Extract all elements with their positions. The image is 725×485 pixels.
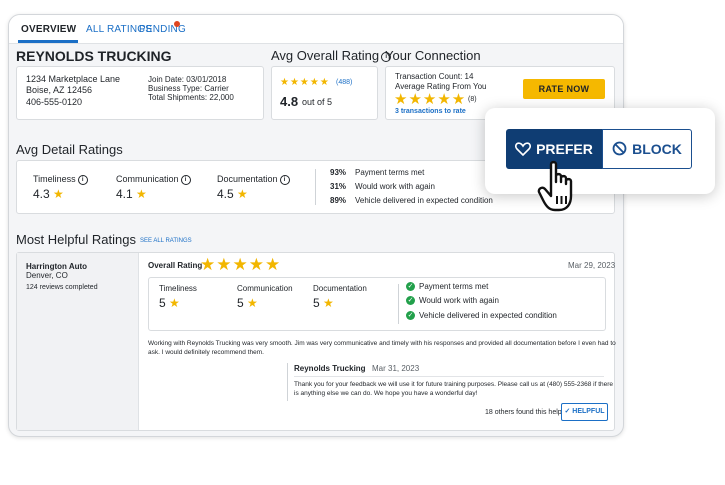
detail-timeliness-label: Timeliness xyxy=(33,174,76,184)
star-icon: ★ xyxy=(53,187,64,201)
found-helpful-count: 18 others found this helpful xyxy=(485,409,570,416)
overall-rating-count[interactable]: (488) xyxy=(336,78,352,88)
company-phone: 406-555-0120 xyxy=(26,97,83,107)
total-shipments: Total Shipments: 22,000 xyxy=(148,93,234,102)
star-icon: ★ xyxy=(169,296,180,310)
review-card: Harrington Auto Denver, CO 124 reviews c… xyxy=(16,252,616,431)
transaction-count: Transaction Count: 14 xyxy=(395,72,474,81)
company-address-line1: 1234 Marketplace Lane xyxy=(26,74,121,84)
check-item-vehicle-label: Vehicle delivered in expected condition xyxy=(419,311,557,320)
your-connection-heading: Your Connection xyxy=(385,48,481,63)
active-tab-indicator xyxy=(18,40,78,43)
response-separator xyxy=(294,376,604,377)
percent-payment: 93% xyxy=(330,168,347,177)
response-author: Reynolds Trucking xyxy=(294,364,366,373)
detail-communication-label: Communication xyxy=(116,174,179,184)
response-line2: is anything else we can do. We hope you … xyxy=(294,390,478,397)
overall-rating-label: Overall Rating xyxy=(148,261,203,270)
review-communication-value: 5 xyxy=(237,296,244,310)
company-name: REYNOLDS TRUCKING xyxy=(16,48,172,64)
review-timeliness-wrap: 5 ★ xyxy=(159,296,180,310)
detail-documentation-label: Documentation xyxy=(217,174,278,184)
ratings-card: OVERVIEW ALL RATINGS PENDING REYNOLDS TR… xyxy=(8,14,624,437)
detail-documentation: Documentation i xyxy=(217,174,290,185)
detail-timeliness-value-wrap: 4.3 ★ xyxy=(33,187,64,201)
review-comment-line2: ask. I would definitely recommend them. xyxy=(148,349,264,356)
avg-overall-heading-text: Avg Overall Rating xyxy=(271,48,380,63)
review-documentation-wrap: 5 ★ xyxy=(313,296,334,310)
hand-cursor-icon xyxy=(537,160,573,212)
detail-timeliness: Timeliness i xyxy=(33,174,88,185)
pending-notification-dot xyxy=(174,21,180,27)
review-communication-wrap: 5 ★ xyxy=(237,296,258,310)
detail-communication: Communication i xyxy=(116,174,191,185)
divider xyxy=(315,169,316,205)
avg-detail-heading: Avg Detail Ratings xyxy=(16,142,123,157)
percent-work-again-label: Would work with again xyxy=(355,182,435,191)
rate-now-button[interactable]: RATE NOW xyxy=(523,79,605,99)
star-icon: ★ xyxy=(323,296,334,310)
company-address-line2: Boise, AZ 12456 xyxy=(26,85,93,95)
check-circle-icon: ✓ xyxy=(406,282,415,292)
review-timeliness-label: Timeliness xyxy=(159,284,197,293)
review-communication-label: Communication xyxy=(237,284,293,293)
prefer-label: PREFER xyxy=(536,141,593,157)
overall-out-of: out of 5 xyxy=(302,97,333,107)
reviewer-location: Denver, CO xyxy=(26,271,68,280)
percent-payment-label: Payment terms met xyxy=(355,168,425,177)
helpful-button-label: HELPFUL xyxy=(572,408,605,415)
detail-communication-value-wrap: 4.1 ★ xyxy=(116,187,147,201)
response-divider xyxy=(287,363,288,401)
detail-documentation-value: 4.5 xyxy=(217,187,234,201)
overall-score: 4.8 xyxy=(280,94,299,109)
avg-overall-heading: Avg Overall Rating i xyxy=(271,48,392,63)
check-item-vehicle: ✓ Vehicle delivered in expected condition xyxy=(406,311,557,321)
review-documentation-label: Documentation xyxy=(313,284,367,293)
transactions-to-rate-link[interactable]: 3 transactions to rate xyxy=(395,107,466,117)
overall-stars-icon: ★★★★★ xyxy=(280,77,330,88)
check-circle-icon: ✓ xyxy=(406,296,415,306)
detail-documentation-value-wrap: 4.5 ★ xyxy=(217,187,248,201)
helpful-button[interactable]: ✓ HELPFUL xyxy=(561,403,608,421)
most-helpful-heading: Most Helpful Ratings xyxy=(16,232,136,247)
your-rating-count: (8) xyxy=(468,96,477,103)
response-date: Mar 31, 2023 xyxy=(372,364,420,373)
star-icon: ★ xyxy=(247,296,258,310)
star-icon: ★ xyxy=(136,187,147,201)
review-stars-icon: ★★★★★ xyxy=(200,255,282,274)
avg-overall-box: ★★★★★ (488) 4.8 out of 5 xyxy=(271,66,378,120)
tab-bar: OVERVIEW ALL RATINGS PENDING xyxy=(9,15,623,44)
detail-communication-value: 4.1 xyxy=(116,187,133,201)
check-item-work-again: ✓ Would work with again xyxy=(406,296,499,306)
info-icon[interactable]: i xyxy=(180,174,191,185)
check-item-payment-label: Payment terms met xyxy=(419,282,489,291)
see-all-ratings-link[interactable]: SEE ALL RATINGS xyxy=(140,236,192,246)
your-rating-stars-icon: ★★★★★ xyxy=(394,91,467,108)
block-icon xyxy=(612,141,627,156)
percent-work-again: 31% xyxy=(330,182,347,191)
info-icon[interactable]: i xyxy=(77,174,88,185)
star-icon: ★ xyxy=(237,187,248,201)
percent-vehicle: 89% xyxy=(330,196,347,205)
info-icon[interactable]: i xyxy=(279,174,290,185)
tab-overview[interactable]: OVERVIEW xyxy=(21,24,76,35)
block-button[interactable]: BLOCK xyxy=(602,129,692,169)
block-label: BLOCK xyxy=(632,141,682,157)
review-timeliness-value: 5 xyxy=(159,296,166,310)
review-detail-box: Timeliness 5 ★ Communication 5 ★ Documen… xyxy=(148,277,606,331)
check-item-work-again-label: Would work with again xyxy=(419,296,499,305)
company-info-box: 1234 Marketplace Lane Boise, AZ 12456 40… xyxy=(16,66,264,120)
review-date: Mar 29, 2023 xyxy=(568,261,616,270)
divider xyxy=(398,284,399,324)
percent-vehicle-label: Vehicle delivered in expected condition xyxy=(355,196,493,205)
reviews-completed: 124 reviews completed xyxy=(26,284,98,291)
detail-timeliness-value: 4.3 xyxy=(33,187,50,201)
check-circle-icon: ✓ xyxy=(406,311,415,321)
review-documentation-value: 5 xyxy=(313,296,320,310)
prefer-block-popup: PREFER BLOCK xyxy=(485,108,715,194)
heart-icon xyxy=(515,142,532,157)
check-item-payment: ✓ Payment terms met xyxy=(406,282,488,292)
